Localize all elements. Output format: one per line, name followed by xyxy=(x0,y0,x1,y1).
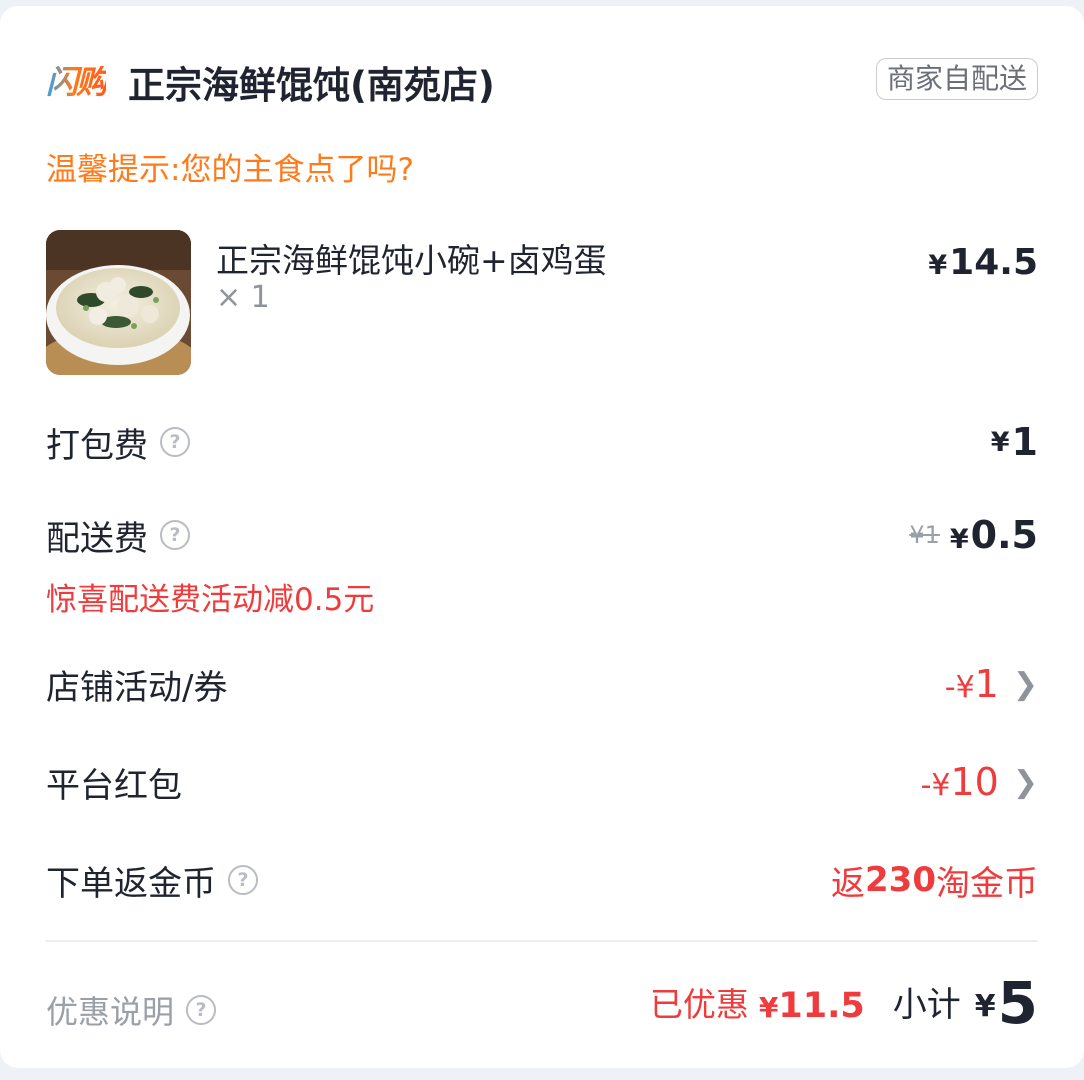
gold-coins-row: 下单返金币 ? 返 230 淘金币 xyxy=(46,856,1038,904)
item-quantity: × 1 xyxy=(216,280,270,315)
store-coupon-amount: 1 xyxy=(974,662,999,706)
help-icon[interactable]: ? xyxy=(228,865,258,895)
delivery-promo-text: 惊喜配送费活动减0.5元 xyxy=(46,582,375,618)
store-coupon-label: 店铺活动/券 xyxy=(46,667,228,708)
packaging-fee-value: ¥1 xyxy=(991,418,1038,466)
delivery-fee-value: ¥1 ¥0.5 xyxy=(909,511,1038,559)
gold-coins-value: 返 230 淘金币 xyxy=(831,856,1038,904)
packaging-fee-label: 打包费 xyxy=(46,425,148,466)
currency-symbol: ¥ xyxy=(990,426,1010,458)
discount-info[interactable]: 优惠说明 ? xyxy=(46,986,217,1034)
original-delivery-fee: ¥1 xyxy=(909,521,940,549)
coins-suffix: 淘金币 xyxy=(936,863,1038,904)
packaging-fee-row: 打包费 ? ¥1 xyxy=(46,418,1038,466)
currency-symbol: ¥ xyxy=(928,250,948,281)
item-price-value: 14.5 xyxy=(949,242,1038,283)
saved-amount: ¥11.5 xyxy=(759,986,865,1036)
order-summary: 已优惠 ¥11.5 小计 ¥ 5 xyxy=(650,966,1038,1036)
wonton-soup-image xyxy=(46,230,191,375)
saved-amount-value: 11.5 xyxy=(778,986,865,1026)
item-price: ¥14.5 xyxy=(928,242,1038,283)
order-card: 闪购 正宗海鲜馄饨(南苑店) 商家自配送 温馨提示:您的主食点了吗? 正宗海鲜馄… xyxy=(0,6,1084,1068)
delivery-fee-row: 配送费 ? ¥1 ¥0.5 xyxy=(46,511,1038,559)
packaging-fee-amount: 1 xyxy=(1011,420,1038,464)
divider xyxy=(46,940,1038,942)
chevron-right-icon[interactable]: ❯ xyxy=(1013,765,1038,800)
coins-amount: 230 xyxy=(865,860,936,900)
currency-symbol: ¥ xyxy=(974,989,996,1024)
saved-label: 已优惠 xyxy=(649,985,749,1024)
shop-name[interactable]: 正宗海鲜馄饨(南苑店) xyxy=(128,55,495,109)
currency-symbol: ¥ xyxy=(758,991,779,1024)
discount-info-label: 优惠说明 xyxy=(46,993,175,1031)
discount-prefix: -¥ xyxy=(944,670,975,705)
platform-redpacket-amount: 10 xyxy=(950,760,999,804)
gold-coins-label: 下单返金币 xyxy=(46,863,216,904)
platform-redpacket-row[interactable]: 平台红包 -¥10 ❯ xyxy=(46,758,1038,806)
platform-redpacket-value: -¥10 xyxy=(921,760,999,804)
store-coupon-row[interactable]: 店铺活动/券 -¥1 ❯ xyxy=(46,660,1038,708)
help-icon[interactable]: ? xyxy=(160,427,190,457)
currency-symbol: ¥ xyxy=(949,524,969,555)
chevron-right-icon[interactable]: ❯ xyxy=(1013,667,1038,702)
shop-header: 闪购 正宗海鲜馄饨(南苑店) 商家自配送 xyxy=(46,56,1038,108)
coins-prefix: 返 xyxy=(831,863,866,904)
item-name: 正宗海鲜馄饨小碗+卤鸡蛋 xyxy=(216,241,607,280)
store-coupon-value: -¥1 xyxy=(945,662,999,706)
delivery-fee-amount: 0.5 xyxy=(970,513,1038,557)
subtotal-label: 小计 xyxy=(892,985,961,1025)
shangou-logo: 闪购 xyxy=(46,63,108,101)
staple-food-tip: 温馨提示:您的主食点了吗? xyxy=(46,152,414,188)
order-item: 正宗海鲜馄饨小碗+卤鸡蛋 × 1 ¥14.5 xyxy=(46,230,1038,376)
delivery-type-badge: 商家自配送 xyxy=(875,58,1038,100)
platform-redpacket-label: 平台红包 xyxy=(46,765,182,806)
discount-prefix: -¥ xyxy=(920,768,951,803)
help-icon[interactable]: ? xyxy=(160,520,190,550)
help-icon[interactable]: ? xyxy=(186,995,217,1025)
subtotal-amount: 5 xyxy=(997,969,1038,1037)
delivery-fee-label: 配送费 xyxy=(46,518,148,559)
